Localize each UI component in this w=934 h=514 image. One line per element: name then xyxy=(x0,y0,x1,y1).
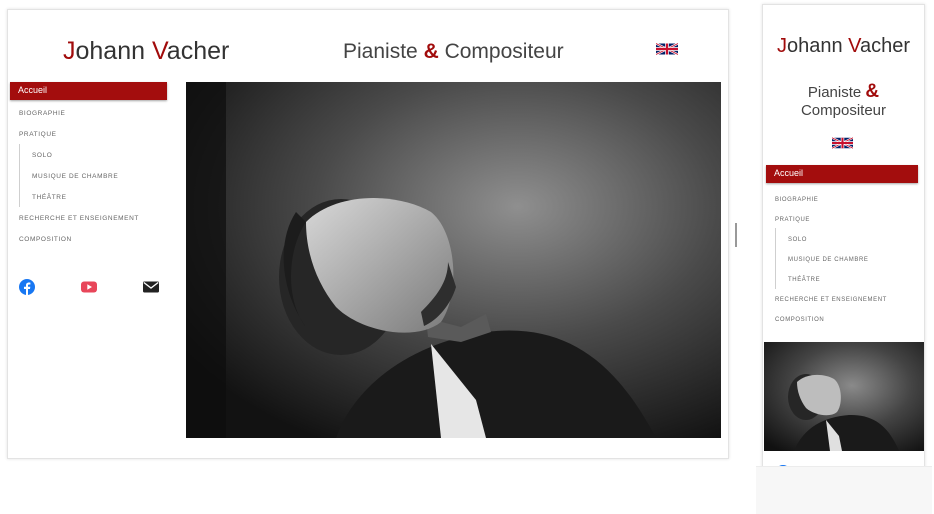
menu-item-composition[interactable]: Composition xyxy=(19,234,139,255)
tagline-ampersand: & xyxy=(423,40,439,63)
menu-item-pratique[interactable]: Pratique xyxy=(775,214,887,234)
menu-item-musique-de-chambre[interactable]: Musique de chambre xyxy=(19,165,139,192)
hero-photo xyxy=(186,82,721,438)
tagline-line-1: Pianiste & xyxy=(763,81,924,103)
site-title-mobile[interactable]: Johann Vacher xyxy=(763,35,924,58)
menu-item-theatre[interactable]: Théâtre xyxy=(775,268,887,294)
menu-item-theatre[interactable]: Théâtre xyxy=(19,186,139,213)
youtube-icon[interactable] xyxy=(81,279,97,295)
tagline-word-1: Pianiste xyxy=(807,84,862,101)
mail-icon[interactable] xyxy=(143,279,159,295)
brand-last-rest: acher xyxy=(166,37,230,65)
menu-item-solo[interactable]: Solo xyxy=(775,228,887,254)
desktop-preview: Johann Vacher Pianiste & Compositeur Acc… xyxy=(7,9,729,459)
uk-flag-icon[interactable] xyxy=(832,136,853,150)
menu-item-recherche[interactable]: Recherche et enseignement xyxy=(775,294,887,314)
resize-handle[interactable] xyxy=(735,223,737,247)
main-menu: Biographie Pratique Solo Musique de cham… xyxy=(19,108,139,255)
menu-item-accueil[interactable]: Accueil xyxy=(766,165,918,183)
brand-last-rest: acher xyxy=(860,35,911,57)
menu-item-accueil[interactable]: Accueil xyxy=(10,82,167,100)
tagline-word-1: Pianiste xyxy=(343,40,418,63)
site-tagline: Pianiste & Compositeur xyxy=(343,40,564,64)
menu-item-musique-de-chambre[interactable]: Musique de chambre xyxy=(775,248,887,274)
builder-preview: Johann Vacher Pianiste & Compositeur Acc… xyxy=(0,0,934,514)
tagline-word-2: Compositeur xyxy=(800,102,887,119)
menu-item-biographie[interactable]: Biographie xyxy=(19,108,139,129)
facebook-icon[interactable] xyxy=(19,279,35,295)
menu-item-biographie[interactable]: Biographie xyxy=(775,194,887,214)
brand-first-rest: ohann xyxy=(75,37,152,65)
preview-footer-strip xyxy=(756,466,932,514)
menu-item-solo[interactable]: Solo xyxy=(19,144,139,171)
brand-first-rest: ohann xyxy=(786,35,849,57)
site-title[interactable]: Johann Vacher xyxy=(63,37,229,66)
brand-initial-v: V xyxy=(848,35,860,57)
brand-initial-j: J xyxy=(776,35,787,57)
menu-item-recherche[interactable]: Recherche et enseignement xyxy=(19,213,139,234)
mobile-preview: Johann Vacher Pianiste & Compositeur Acc… xyxy=(762,4,925,508)
brand-initial-j: J xyxy=(63,37,76,65)
social-links xyxy=(19,279,159,295)
tagline-ampersand: & xyxy=(865,81,880,102)
brand-initial-v: V xyxy=(151,37,167,65)
main-menu-mobile: Biographie Pratique Solo Musique de cham… xyxy=(775,194,887,334)
menu-item-pratique[interactable]: Pratique xyxy=(19,129,139,150)
tagline-word-2: Compositeur xyxy=(444,40,564,63)
hero-photo-mobile xyxy=(764,342,924,451)
uk-flag-icon[interactable] xyxy=(656,42,678,56)
menu-item-composition[interactable]: Composition xyxy=(775,314,887,334)
